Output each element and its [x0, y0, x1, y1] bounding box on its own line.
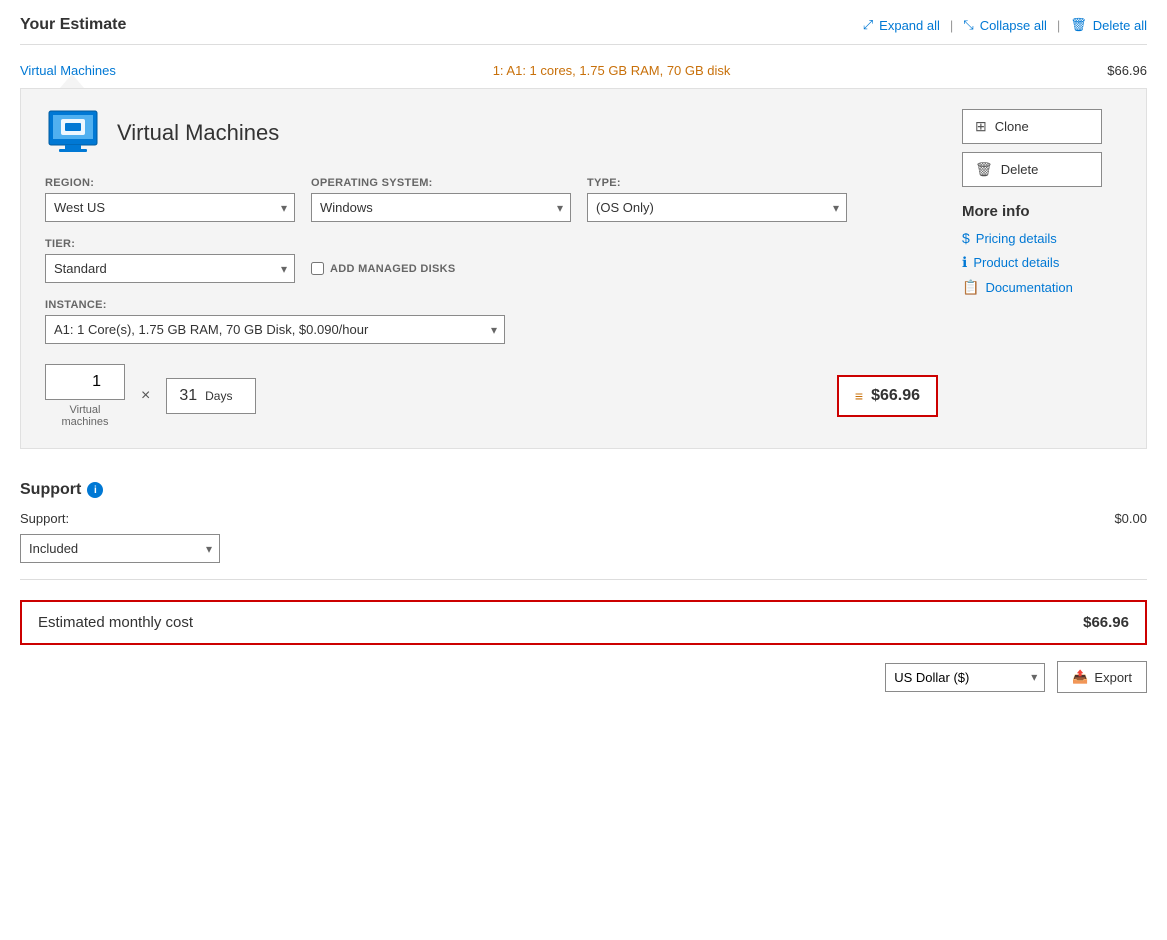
quantity-group: Virtualmachines	[45, 364, 125, 428]
expand-all-link[interactable]: Expand all	[879, 18, 940, 33]
region-select-wrapper: West US East US	[45, 193, 295, 222]
support-select-wrapper: Included Developer Standard	[20, 534, 220, 563]
estimated-price: $66.96	[1083, 614, 1129, 631]
delete-label: Delete	[1001, 162, 1039, 177]
form-group-region: REGION: West US East US	[45, 177, 295, 222]
collapse-icon: ⤡	[963, 17, 973, 33]
estimated-label: Estimated monthly cost	[38, 614, 193, 631]
region-label: REGION:	[45, 177, 295, 189]
sep2: |	[1057, 18, 1060, 33]
footer-row: US Dollar ($) Euro (€) British Pound (£)…	[20, 661, 1147, 693]
header-actions: ⤢ Expand all | ⤡ Collapse all | 🗑 Delete…	[863, 17, 1147, 33]
support-info-icon: i	[87, 482, 103, 498]
estimated-cost-box: Estimated monthly cost $66.96	[20, 600, 1147, 645]
export-icon: 📤	[1072, 669, 1088, 685]
expand-icon: ⤢	[863, 17, 873, 33]
tier-select-wrapper: Standard Basic	[45, 254, 295, 283]
more-info-title: More info	[962, 203, 1122, 220]
currency-select-wrapper: US Dollar ($) Euro (€) British Pound (£)…	[885, 663, 1045, 692]
clone-label: Clone	[995, 119, 1029, 134]
form-group-type: TYPE: (OS Only) SQL Server	[587, 177, 847, 222]
sep1: |	[950, 18, 953, 33]
total-price: $66.96	[871, 387, 920, 405]
type-label: TYPE:	[587, 177, 847, 189]
vm-card-inner: Virtual Machines REGION: West US East US	[45, 109, 1122, 428]
os-select-wrapper: Windows Linux	[311, 193, 571, 222]
product-details-link[interactable]: ℹ Product details	[962, 254, 1122, 271]
tier-select[interactable]: Standard Basic	[45, 254, 295, 283]
support-select[interactable]: Included Developer Standard	[20, 534, 220, 563]
support-row: Support: Included Developer Standard $0.…	[20, 511, 1147, 563]
vm-icon	[45, 109, 101, 157]
calc-row: Virtualmachines × 31 Days Hours Months	[45, 364, 938, 428]
support-price: $0.00	[1114, 511, 1147, 526]
triangle-pointer	[60, 74, 84, 88]
form-group-os: OPERATING SYSTEM: Windows Linux	[311, 177, 571, 222]
form-group-tier: TIER: Standard Basic	[45, 238, 295, 283]
documentation-label: Documentation	[985, 280, 1072, 295]
os-select[interactable]: Windows Linux	[311, 193, 571, 222]
vm-main: Virtual Machines REGION: West US East US	[45, 109, 938, 428]
multiply-symbol: ×	[141, 387, 150, 405]
vm-summary-row: Virtual Machines 1: A1: 1 cores, 1.75 GB…	[20, 57, 1147, 88]
support-label: Support:	[20, 511, 220, 526]
export-button[interactable]: 📤 Export	[1057, 661, 1147, 693]
delete-icon: 🗑	[1070, 17, 1087, 33]
region-select[interactable]: West US East US	[45, 193, 295, 222]
support-section: Support i Support: Included Developer St…	[20, 477, 1147, 580]
page-header: Your Estimate ⤢ Expand all | ⤡ Collapse …	[20, 16, 1147, 45]
clone-icon: ⊞	[975, 118, 987, 135]
instance-select-wrapper: A1: 1 Core(s), 1.75 GB RAM, 70 GB Disk, …	[45, 315, 505, 344]
page-title: Your Estimate	[20, 16, 126, 34]
vm-title: Virtual Machines	[117, 120, 279, 146]
vm-header: Virtual Machines	[45, 109, 938, 157]
instance-select[interactable]: A1: 1 Core(s), 1.75 GB RAM, 70 GB Disk, …	[45, 315, 505, 344]
currency-select[interactable]: US Dollar ($) Euro (€) British Pound (£)	[885, 663, 1045, 692]
days-value: 31	[179, 387, 197, 405]
instance-label: INSTANCE:	[45, 299, 505, 311]
pricing-details-link[interactable]: $ Pricing details	[962, 230, 1122, 246]
type-select-wrapper: (OS Only) SQL Server	[587, 193, 847, 222]
support-left: Support: Included Developer Standard	[20, 511, 220, 563]
days-unit-select[interactable]: Days Hours Months	[205, 389, 259, 403]
product-details-label: Product details	[973, 255, 1059, 270]
delete-icon: 🗑	[975, 161, 993, 178]
doc-icon: 📋	[962, 279, 979, 296]
form-row-3: INSTANCE: A1: 1 Core(s), 1.75 GB RAM, 70…	[45, 299, 938, 344]
support-header: Support i	[20, 477, 1147, 499]
vm-card-container: Virtual Machines REGION: West US East US	[20, 88, 1147, 449]
pricing-details-label: Pricing details	[976, 231, 1057, 246]
tier-label: TIER:	[45, 238, 295, 250]
info-icon: ℹ	[962, 254, 967, 271]
vm-summary-price: $66.96	[1107, 63, 1147, 78]
support-title: Support	[20, 481, 81, 499]
dollar-icon: $	[962, 230, 970, 246]
managed-disks-checkbox[interactable]	[311, 262, 324, 275]
delete-button[interactable]: 🗑 Delete	[962, 152, 1102, 187]
vm-card: Virtual Machines REGION: West US East US	[20, 88, 1147, 449]
clone-button[interactable]: ⊞ Clone	[962, 109, 1102, 144]
vm-sidebar: ⊞ Clone 🗑 Delete More info $ Pricing det…	[962, 109, 1122, 428]
vm-summary-info: 1: A1: 1 cores, 1.75 GB RAM, 70 GB disk	[493, 63, 731, 78]
documentation-link[interactable]: 📋 Documentation	[962, 279, 1122, 296]
delete-all-link[interactable]: Delete all	[1093, 18, 1147, 33]
quantity-input[interactable]	[45, 364, 125, 400]
quantity-label: Virtualmachines	[61, 404, 108, 428]
os-label: OPERATING SYSTEM:	[311, 177, 571, 189]
form-row-1: REGION: West US East US OPERATING SYSTEM…	[45, 177, 938, 222]
managed-disks-label[interactable]: ADD MANAGED DISKS	[330, 263, 456, 275]
days-group: 31 Days Hours Months	[166, 378, 256, 414]
calc-total-box: ≡ $66.96	[837, 375, 938, 417]
form-group-instance: INSTANCE: A1: 1 Core(s), 1.75 GB RAM, 70…	[45, 299, 505, 344]
managed-disks-group: ADD MANAGED DISKS	[311, 262, 456, 275]
form-row-2: TIER: Standard Basic ADD MANAGED DISKS	[45, 238, 938, 283]
type-select[interactable]: (OS Only) SQL Server	[587, 193, 847, 222]
collapse-all-link[interactable]: Collapse all	[980, 18, 1047, 33]
export-label: Export	[1094, 670, 1132, 685]
equals-symbol: ≡	[855, 388, 863, 404]
